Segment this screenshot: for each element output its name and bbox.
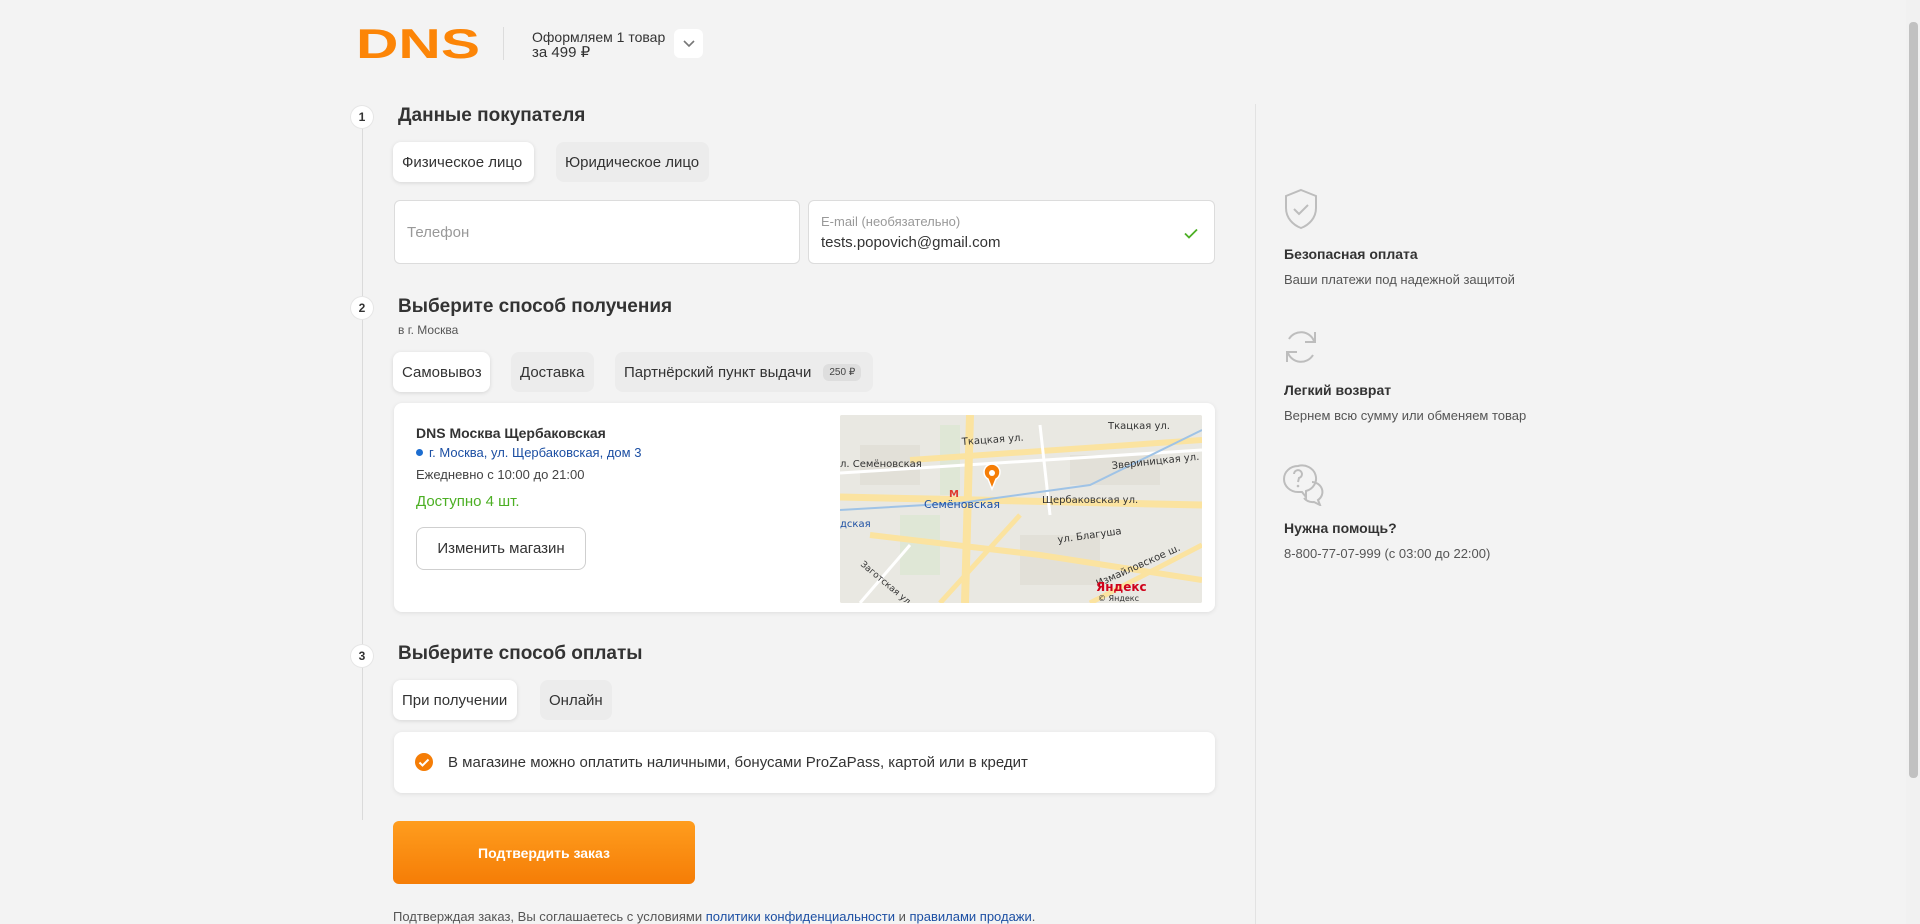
shield-check-icon xyxy=(1285,188,1317,230)
agreement-prefix: Подтверждая заказ, Вы соглашаетесь с усл… xyxy=(393,909,706,924)
agreement-suffix: . xyxy=(1031,909,1036,924)
metro-icon: М xyxy=(949,489,959,500)
phone-field[interactable]: Телефон xyxy=(394,200,800,264)
scrollbar-thumb[interactable] xyxy=(1909,22,1918,778)
benefit-return-title: Легкий возврат xyxy=(1284,382,1392,398)
checkmark-icon xyxy=(1184,228,1198,239)
payment-on-receipt-label: При получении xyxy=(402,691,508,709)
map-label-shcherbakovskaya: Щербаковская ул. xyxy=(1042,495,1138,506)
sidebar-divider xyxy=(1255,104,1256,924)
order-summary: Оформляем 1 товар за 499 ₽ xyxy=(532,29,666,61)
confirm-order-button[interactable]: Подтвердить заказ xyxy=(393,821,695,884)
delivery-courier-label: Доставка xyxy=(520,363,585,381)
location-dot-icon xyxy=(416,449,423,456)
email-value: tests.popovich@gmail.com xyxy=(821,234,1001,251)
map-label-tkatskaya-2: Ткацкая ул. xyxy=(1107,421,1170,432)
step-2-city: в г. Москва xyxy=(398,323,459,337)
payment-on-receipt[interactable]: При получении xyxy=(393,680,517,720)
store-address-text: г. Москва, ул. Щербаковская, дом 3 xyxy=(429,445,642,460)
benefit-help-text: 8-800-77-07-999 (с 03:00 до 22:00) xyxy=(1284,546,1491,561)
map-canvas: Ткацкая ул. Ткацкая ул. л. Семёновская З… xyxy=(840,415,1202,603)
privacy-policy-link[interactable]: политики конфиденциальности xyxy=(706,909,895,924)
store-address[interactable]: г. Москва, ул. Щербаковская, дом 3 xyxy=(416,445,641,460)
change-store-label: Изменить магазин xyxy=(437,540,565,557)
store-availability: Доступно 4 шт. xyxy=(416,493,520,510)
sales-rules-link[interactable]: правилами продажи xyxy=(909,909,1031,924)
payment-note-card: В магазине можно оплатить наличными, бон… xyxy=(394,732,1215,793)
buyer-type-individual[interactable]: Физическое лицо xyxy=(393,142,534,182)
steps-timeline xyxy=(362,110,363,820)
email-field[interactable]: E-mail (необязательно) tests.popovich@gm… xyxy=(808,200,1215,264)
benefit-return-text: Вернем всю сумму или обменяем товар xyxy=(1284,408,1527,423)
buyer-type-legal[interactable]: Юридическое лицо xyxy=(556,142,709,182)
buyer-type-individual-label: Физическое лицо xyxy=(402,153,523,171)
confirm-order-label: Подтвердить заказ xyxy=(478,844,610,861)
change-store-button[interactable]: Изменить магазин xyxy=(416,527,586,570)
refresh-icon xyxy=(1286,331,1316,363)
store-map[interactable]: Ткацкая ул. Ткацкая ул. л. Семёновская З… xyxy=(840,415,1202,603)
delivery-partner-point[interactable]: Партнёрский пункт выдачи 250 ₽ xyxy=(615,352,873,392)
map-label-semenovskaya-st: л. Семёновская xyxy=(840,459,922,470)
payment-online-label: Онлайн xyxy=(549,691,603,709)
header-divider xyxy=(503,27,504,60)
map-copyright: © Яндекс xyxy=(1098,594,1139,603)
benefit-secure-title: Безопасная оплата xyxy=(1284,246,1418,262)
chat-question-icon xyxy=(1283,464,1324,506)
store-name: DNS Москва Щербаковская xyxy=(416,425,606,441)
delivery-courier[interactable]: Доставка xyxy=(511,352,594,392)
order-count: Оформляем 1 товар xyxy=(532,29,666,45)
delivery-pickup-label: Самовывоз xyxy=(402,363,482,381)
order-total: за 499 ₽ xyxy=(532,44,591,61)
yandex-logo: Яндекс xyxy=(1096,580,1147,594)
map-label-partial: дская xyxy=(840,519,871,530)
dns-logo[interactable]: DNS xyxy=(358,27,480,61)
store-hours: Ежедневно с 10:00 до 21:00 xyxy=(416,467,585,482)
agreement-text: Подтверждая заказ, Вы соглашаетесь с усл… xyxy=(393,909,1035,924)
email-label: E-mail (необязательно) xyxy=(821,214,961,229)
step-2-number: 2 xyxy=(351,297,373,319)
order-details-toggle[interactable] xyxy=(674,29,703,58)
store-card: DNS Москва Щербаковская г. Москва, ул. Щ… xyxy=(394,403,1215,612)
phone-placeholder: Телефон xyxy=(407,224,470,241)
delivery-pickup[interactable]: Самовывоз xyxy=(393,352,490,392)
brand-text: DNS xyxy=(358,27,480,61)
partner-price-badge: 250 ₽ xyxy=(823,363,862,381)
benefit-help-title: Нужна помощь? xyxy=(1284,520,1397,536)
benefit-secure-text: Ваши платежи под надежной защитой xyxy=(1284,272,1515,287)
step-3-title: Выберите способ оплаты xyxy=(398,643,643,664)
delivery-partner-label: Партнёрский пункт выдачи xyxy=(624,363,812,381)
step-1-number: 1 xyxy=(351,106,373,128)
orange-check-icon xyxy=(415,753,433,771)
payment-online[interactable]: Онлайн xyxy=(540,680,612,720)
map-label-metro-station: Семёновская xyxy=(924,498,1000,511)
page-scrollbar[interactable] xyxy=(1906,0,1920,924)
step-1-title: Данные покупателя xyxy=(398,105,586,126)
step-3-number: 3 xyxy=(351,645,373,667)
buyer-type-legal-label: Юридическое лицо xyxy=(565,153,700,171)
step-2-title: Выберите способ получения xyxy=(398,296,673,317)
payment-note-text: В магазине можно оплатить наличными, бон… xyxy=(448,754,1028,771)
chevron-down-icon xyxy=(682,39,695,47)
agreement-middle: и xyxy=(894,909,910,924)
